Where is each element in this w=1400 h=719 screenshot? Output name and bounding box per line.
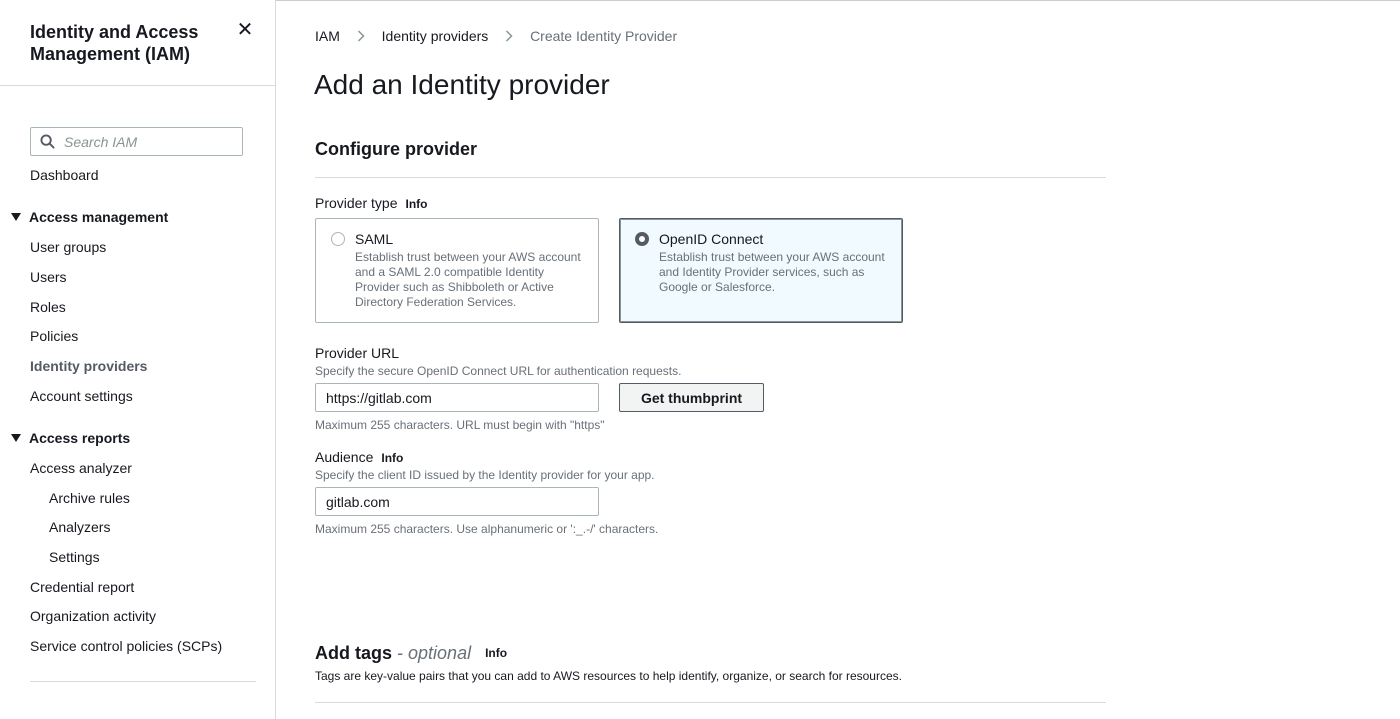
sidebar-item-scps[interactable]: Service control policies (SCPs) xyxy=(30,637,222,655)
provider-type-label: Provider type Info xyxy=(315,194,427,213)
option-description: Establish trust between your AWS account… xyxy=(355,250,581,309)
sidebar: Identity and Access Management (IAM) ✕ D… xyxy=(0,0,276,719)
sidebar-item-access-analyzer[interactable]: Access analyzer xyxy=(30,459,132,477)
configure-provider-title: Configure provider xyxy=(315,139,478,159)
info-link[interactable]: Info xyxy=(381,451,403,465)
add-tags-title: Add tags - optional Info xyxy=(315,642,507,664)
breadcrumb: IAM Identity providers Create Identity P… xyxy=(315,27,677,45)
sidebar-section-access-management[interactable]: Access management xyxy=(11,208,168,226)
section-divider xyxy=(315,702,1106,703)
audience-description: Specify the client ID issued by the Iden… xyxy=(315,468,655,482)
caret-down-icon xyxy=(11,213,21,221)
section-label: Access reports xyxy=(29,430,131,446)
sidebar-item-policies[interactable]: Policies xyxy=(30,327,78,345)
sidebar-item-roles[interactable]: Roles xyxy=(30,298,66,316)
provider-url-input[interactable] xyxy=(315,383,599,412)
sidebar-section-access-reports[interactable]: Access reports xyxy=(11,429,130,447)
radio-button[interactable] xyxy=(331,232,345,246)
option-title: SAML xyxy=(355,231,394,247)
breadcrumb-identity-providers[interactable]: Identity providers xyxy=(382,28,489,44)
info-link[interactable]: Info xyxy=(405,197,427,211)
audience-label: Audience Info xyxy=(315,448,403,467)
label-text: Provider type xyxy=(315,195,398,211)
info-link[interactable]: Info xyxy=(485,646,507,660)
radio-button-selected[interactable] xyxy=(635,232,649,246)
page-title: Add an Identity provider xyxy=(314,69,610,100)
breadcrumb-iam[interactable]: IAM xyxy=(315,28,340,44)
sidebar-item-analyzers[interactable]: Analyzers xyxy=(49,518,110,536)
sidebar-item-dashboard[interactable]: Dashboard xyxy=(30,166,99,184)
audience-constraint: Maximum 255 characters. Use alphanumeric… xyxy=(315,522,659,536)
sidebar-item-settings[interactable]: Settings xyxy=(49,548,100,566)
provider-url-description: Specify the secure OpenID Connect URL fo… xyxy=(315,364,682,378)
sidebar-item-identity-providers[interactable]: Identity providers xyxy=(30,357,147,375)
caret-down-icon xyxy=(11,434,21,442)
search-input[interactable] xyxy=(64,132,234,152)
tags-title-text: Add tags xyxy=(315,643,393,663)
sidebar-divider xyxy=(0,85,275,86)
provider-url-constraint: Maximum 255 characters. URL must begin w… xyxy=(315,418,605,432)
provider-option-openid-connect[interactable]: OpenID Connect Establish trust between y… xyxy=(619,218,903,323)
option-title: OpenID Connect xyxy=(659,231,764,247)
sidebar-item-users[interactable]: Users xyxy=(30,268,67,286)
sidebar-item-user-groups[interactable]: User groups xyxy=(30,238,106,256)
get-thumbprint-button[interactable]: Get thumbprint xyxy=(619,383,764,412)
chevron-right-icon xyxy=(357,30,365,42)
sidebar-item-credential-report[interactable]: Credential report xyxy=(30,578,134,596)
sidebar-item-archive-rules[interactable]: Archive rules xyxy=(49,489,130,507)
close-icon[interactable]: ✕ xyxy=(236,20,254,40)
section-label: Access management xyxy=(29,209,169,225)
audience-input[interactable] xyxy=(315,487,599,516)
search-box xyxy=(30,127,243,156)
section-divider xyxy=(315,177,1106,178)
tags-description: Tags are key-value pairs that you can ad… xyxy=(315,669,902,683)
label-text: Audience xyxy=(315,449,374,465)
sidebar-title: Identity and Access Management (IAM) xyxy=(30,22,199,64)
sidebar-item-organization-activity[interactable]: Organization activity xyxy=(30,607,156,625)
sidebar-divider xyxy=(30,681,256,682)
option-description: Establish trust between your AWS account… xyxy=(659,250,885,294)
provider-url-label: Provider URL xyxy=(315,345,400,361)
sidebar-item-account-settings[interactable]: Account settings xyxy=(30,387,133,405)
provider-option-saml[interactable]: SAML Establish trust between your AWS ac… xyxy=(315,218,599,323)
chevron-right-icon xyxy=(506,30,513,42)
breadcrumb-current: Create Identity Provider xyxy=(530,28,678,44)
optional-text: - optional xyxy=(397,643,472,663)
search-icon xyxy=(40,134,55,149)
